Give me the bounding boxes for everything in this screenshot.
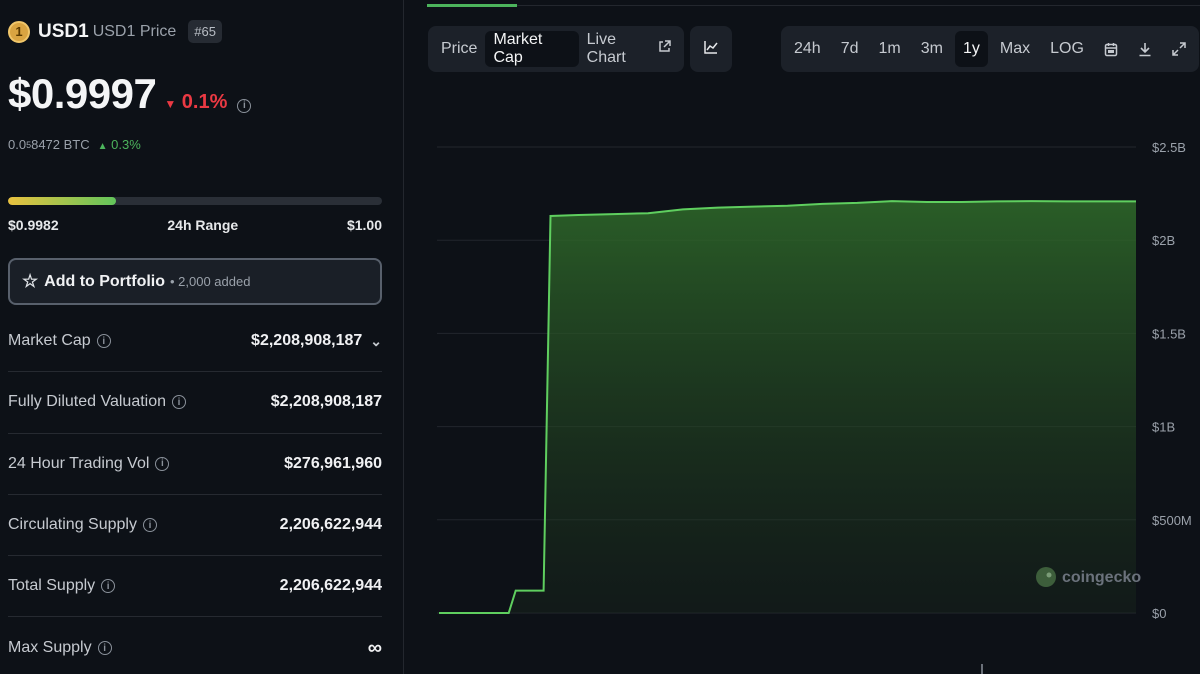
add-to-portfolio-label: Add to Portfolio bbox=[44, 272, 165, 290]
tab-live-chart-label: Live Chart bbox=[586, 31, 626, 66]
line-chart-icon bbox=[703, 39, 719, 60]
coin-info-panel: 1 USD1 USD1 Price #65 $0.9997 ▼ 0.1% i 0… bbox=[0, 0, 404, 674]
tab-price[interactable]: Price bbox=[433, 31, 485, 67]
stat-label: Max Supply bbox=[8, 639, 92, 657]
info-icon[interactable]: i bbox=[96, 334, 111, 349]
y-tick-label: $2.5B bbox=[1152, 140, 1186, 155]
stat-value: $2,208,908,187 bbox=[270, 393, 382, 411]
btc-change-value: 0.3% bbox=[111, 137, 141, 152]
stat-value: $276,961,960 bbox=[284, 454, 382, 472]
chart-panel: Price Market Cap Live Chart 24h 7d 1m 3m… bbox=[405, 0, 1200, 674]
timeframe-1y[interactable]: 1y bbox=[954, 31, 988, 67]
y-tick-label: $0 bbox=[1152, 606, 1166, 621]
caret-down-icon: ▼ bbox=[164, 97, 177, 111]
stat-value: 2,206,622,944 bbox=[279, 577, 382, 595]
btc-price-row: 0.0 5 8472 BTC ▲ 0.3% bbox=[8, 137, 141, 152]
download-icon[interactable] bbox=[1130, 31, 1160, 67]
range-bar-fill bbox=[8, 197, 117, 205]
current-price: $0.9997 bbox=[8, 70, 157, 117]
btc-price-rest: 8472 BTC bbox=[31, 137, 90, 152]
stat-value: 2,206,622,944 bbox=[279, 516, 382, 534]
timeframe-24h[interactable]: 24h bbox=[786, 31, 829, 67]
stat-label: Fully Diluted Valuation bbox=[8, 393, 167, 411]
stat-row-volume: 24 Hour Trading Vol i $276,961,960 bbox=[8, 434, 382, 495]
stat-label: Circulating Supply bbox=[8, 516, 137, 534]
chevron-down-icon[interactable]: ⌄ bbox=[370, 333, 382, 350]
y-tick-label: $1B bbox=[1152, 420, 1175, 435]
price-row: $0.9997 ▼ 0.1% i bbox=[8, 70, 252, 118]
timeframe-max[interactable]: Max bbox=[992, 31, 1038, 67]
range-high: $1.00 bbox=[346, 217, 382, 233]
info-icon[interactable]: i bbox=[97, 641, 112, 656]
log-scale-toggle[interactable]: LOG bbox=[1042, 31, 1092, 67]
info-icon[interactable]: i bbox=[237, 98, 252, 113]
stat-label: Total Supply bbox=[8, 577, 96, 595]
price-change-value: 0.1% bbox=[181, 91, 228, 113]
star-icon: ☆ bbox=[22, 271, 39, 291]
active-tab-indicator bbox=[427, 4, 517, 7]
y-tick-label: $2B bbox=[1152, 233, 1175, 248]
external-link-icon bbox=[658, 40, 671, 58]
stat-row-market-cap[interactable]: Market Cap i $2,208,908,187 ⌄ bbox=[8, 311, 382, 373]
timeframe-3m[interactable]: 3m bbox=[913, 31, 951, 67]
chart-type-tabs: Price Market Cap Live Chart bbox=[428, 26, 684, 72]
y-axis-ticks: $2.5B $2B $1.5B $1B $500M $0 bbox=[1152, 140, 1192, 621]
range-label: 24h Range bbox=[167, 217, 239, 233]
btc-price-prefix: 0.0 bbox=[8, 137, 27, 152]
stat-row-total-supply: Total Supply i 2,206,622,944 bbox=[8, 556, 382, 618]
info-icon[interactable]: i bbox=[172, 395, 187, 410]
stat-label: Market Cap bbox=[8, 332, 91, 350]
coin-header: 1 USD1 USD1 Price #65 bbox=[8, 20, 222, 43]
coin-name: USD1 Price bbox=[92, 22, 177, 40]
coin-symbol: USD1 bbox=[38, 20, 89, 42]
info-icon[interactable]: i bbox=[101, 579, 116, 594]
timeframe-7d[interactable]: 7d bbox=[833, 31, 867, 67]
price-change: ▼ 0.1% bbox=[164, 91, 227, 114]
timeframe-1m[interactable]: 1m bbox=[871, 31, 909, 67]
tab-divider bbox=[427, 5, 1200, 6]
range-bar bbox=[8, 197, 382, 205]
add-to-portfolio-button[interactable]: ☆ Add to Portfolio • 2,000 added bbox=[8, 258, 382, 305]
info-icon[interactable]: i bbox=[142, 518, 157, 533]
coin-logo: 1 bbox=[8, 20, 30, 43]
timeframe-tabs: 24h 7d 1m 3m 1y Max LOG bbox=[781, 26, 1199, 72]
fullscreen-icon[interactable] bbox=[1164, 31, 1194, 67]
stat-row-max-supply: Max Supply i ∞ bbox=[8, 617, 382, 674]
line-chart-toggle[interactable] bbox=[690, 26, 732, 72]
range-low: $0.9982 bbox=[8, 217, 59, 233]
stat-row-circulating-supply: Circulating Supply i 2,206,622,944 bbox=[8, 495, 382, 557]
stat-row-fdv: Fully Diluted Valuation i $2,208,908,187 bbox=[8, 372, 382, 434]
btc-change: ▲ 0.3% bbox=[98, 137, 141, 152]
y-tick-label: $500M bbox=[1152, 513, 1192, 528]
rank-badge: #65 bbox=[188, 20, 222, 43]
y-tick-label: $1.5B bbox=[1152, 326, 1186, 341]
market-cap-chart[interactable]: $2.5B $2B $1.5B $1B $500M $0 coingecko bbox=[405, 90, 1200, 674]
chart-area-layer bbox=[439, 200, 1136, 614]
coingecko-watermark: coingecko bbox=[1036, 567, 1141, 587]
portfolio-added-count: • 2,000 added bbox=[170, 274, 251, 289]
stat-label: 24 Hour Trading Vol bbox=[8, 454, 150, 472]
caret-up-icon: ▲ bbox=[97, 141, 108, 152]
tab-market-cap[interactable]: Market Cap bbox=[485, 31, 579, 67]
info-icon[interactable]: i bbox=[155, 456, 170, 471]
tab-live-chart[interactable]: Live Chart bbox=[579, 31, 679, 67]
calendar-icon[interactable] bbox=[1096, 31, 1126, 67]
range-labels: $0.9982 24h Range $1.00 bbox=[8, 217, 382, 233]
stat-value: $2,208,908,187 bbox=[251, 332, 363, 350]
watermark-text: coingecko bbox=[1062, 569, 1141, 586]
stats-list: Market Cap i $2,208,908,187 ⌄ Fully Dilute… bbox=[8, 311, 382, 674]
stat-value: ∞ bbox=[367, 636, 382, 659]
